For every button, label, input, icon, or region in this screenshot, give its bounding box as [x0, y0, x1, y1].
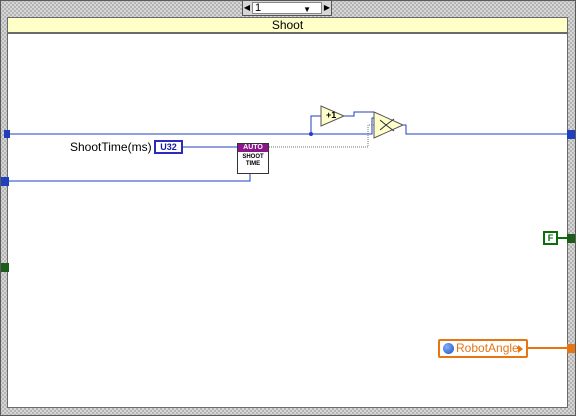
false-constant-label: F: [547, 233, 554, 243]
boolean-select-wire: [269, 124, 376, 148]
subvi-line2: TIME: [245, 161, 261, 167]
global-variable-icon: [443, 343, 454, 354]
u32-type-label: U32: [160, 142, 177, 152]
left-tunnel-loop-count: [4, 130, 10, 138]
right-tunnel-boolean: [567, 234, 575, 243]
right-tunnel-count: [567, 130, 575, 139]
increment-label: +1: [326, 110, 337, 120]
left-tunnel-boolean: [1, 263, 9, 272]
increment-output-wire: [344, 111, 374, 117]
start-time-wire: [7, 174, 251, 182]
write-arrow-icon: [518, 345, 523, 353]
right-tunnel-angle: [567, 344, 575, 353]
select-node[interactable]: [373, 111, 405, 139]
shoot-time-constant[interactable]: U32: [154, 140, 183, 154]
robot-angle-variable[interactable]: RobotAngle: [438, 339, 528, 358]
robot-angle-label: RobotAngle: [456, 341, 519, 355]
false-constant[interactable]: F: [543, 231, 558, 245]
increment-input-wire: [310, 115, 321, 134]
left-tunnel-start-time: [1, 177, 9, 186]
select-output-wire: [403, 124, 568, 135]
auto-band: AUTO: [238, 144, 268, 152]
subvi-line1: SHOOT: [242, 154, 264, 160]
shoot-time-label: ShootTime(ms): [70, 140, 152, 154]
auto-shoot-time-subvi[interactable]: AUTO SHOOT TIME: [237, 143, 269, 174]
